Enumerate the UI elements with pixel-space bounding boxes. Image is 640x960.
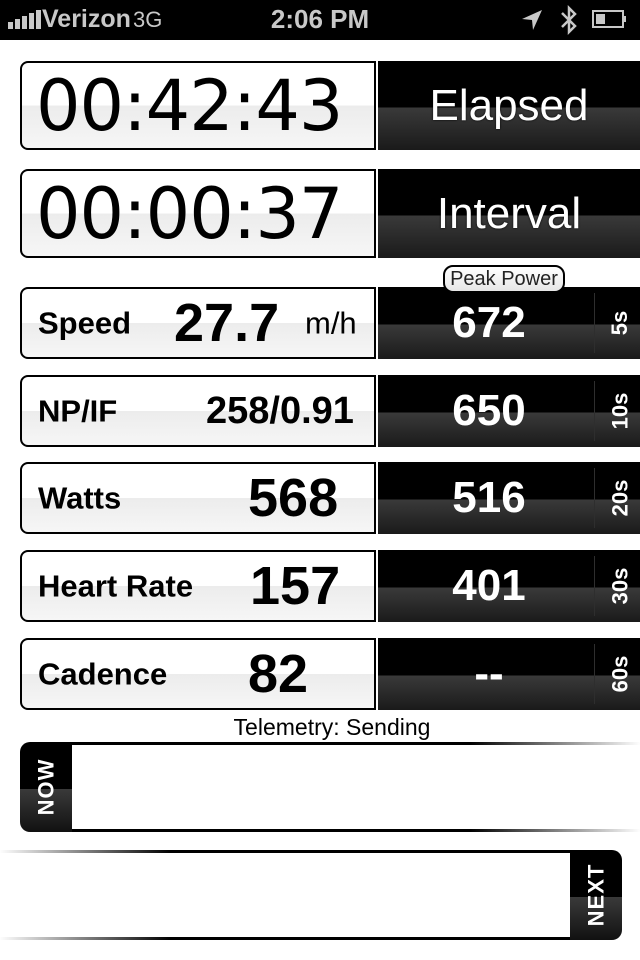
battery-icon: [592, 10, 626, 28]
peak-power-panel: 401 30s: [378, 550, 640, 622]
telemetry-status: Telemetry: Sending: [233, 714, 431, 740]
peak-power-header: Peak Power: [443, 265, 565, 293]
elapsed-timer-row: 00:42:43 Elapsed: [20, 61, 640, 150]
next-step-box[interactable]: NEXT: [0, 850, 622, 940]
elapsed-label: Elapsed: [429, 80, 589, 130]
metric-value: 82: [248, 644, 309, 704]
metric-label: NP/IF: [38, 393, 118, 429]
interval-time-panel: 00:00:37: [20, 169, 376, 258]
bluetooth-icon: [561, 4, 577, 36]
metric-label: Watts: [38, 480, 122, 516]
status-bar: Verizon 3G 2:06 PM: [0, 0, 640, 40]
peak-power-panel: 650 10s: [378, 375, 640, 447]
metric-row-speed: Speed 27.7 m/h 672 5s: [20, 287, 640, 359]
peak-power-value: 401: [452, 561, 526, 610]
metric-panel: Watts 568: [20, 462, 376, 534]
metric-label: Speed: [38, 305, 132, 341]
now-tab: NOW: [20, 742, 72, 832]
metric-value: 157: [250, 556, 341, 616]
peak-window-label: 30s: [607, 567, 632, 605]
peak-power-value: 516: [452, 473, 526, 522]
peak-window-label: 5s: [606, 310, 632, 336]
metric-value: 27.7: [174, 293, 280, 353]
interval-label-panel: Interval: [378, 169, 640, 258]
peak-window-label: 60s: [607, 655, 632, 693]
metric-row-watts: Watts 568 516 20s: [20, 462, 640, 534]
metric-row-heart-rate: Heart Rate 157 401 30s: [20, 550, 640, 622]
metric-label: Heart Rate: [38, 568, 194, 604]
divider: [594, 556, 595, 616]
peak-power-panel: 672 5s: [378, 287, 640, 359]
peak-window-label: 20s: [607, 479, 632, 517]
metric-row-cadence: Cadence 82 -- 60s: [20, 638, 640, 710]
divider: [594, 644, 595, 704]
metric-panel: Speed 27.7 m/h: [20, 287, 376, 359]
peak-power-value: 650: [452, 386, 526, 435]
now-step-content: [72, 742, 640, 832]
next-step-content: [0, 850, 570, 940]
now-step-box[interactable]: NOW: [20, 742, 640, 832]
elapsed-label-panel: Elapsed: [378, 61, 640, 150]
metric-label: Cadence: [38, 656, 168, 692]
peak-power-panel: 516 20s: [378, 462, 640, 534]
divider: [594, 468, 595, 528]
metric-panel: NP/IF 258/0.91: [20, 375, 376, 447]
metric-row-np-if: NP/IF 258/0.91 650 10s: [20, 375, 640, 447]
elapsed-time-value: 00:42:43: [36, 64, 343, 147]
interval-label: Interval: [436, 188, 582, 238]
metric-value: 258/0.91: [206, 390, 354, 432]
interval-time-value: 00:00:37: [36, 172, 343, 255]
peak-power-panel: -- 60s: [378, 638, 640, 710]
interval-timer-row: 00:00:37 Interval: [20, 169, 640, 258]
peak-window-label: 10s: [607, 392, 632, 430]
peak-power-value: --: [474, 649, 504, 698]
peak-power-value: 672: [452, 298, 526, 347]
clock-time: 2:06 PM: [270, 4, 370, 34]
location-arrow-icon: [522, 10, 542, 30]
divider: [594, 381, 595, 441]
metric-value: 568: [248, 468, 339, 528]
next-tab: NEXT: [570, 850, 622, 940]
metric-panel: Cadence 82: [20, 638, 376, 710]
metric-unit: m/h: [305, 305, 357, 341]
metric-panel: Heart Rate 157: [20, 550, 376, 622]
divider: [594, 293, 595, 353]
elapsed-time-panel: 00:42:43: [20, 61, 376, 150]
